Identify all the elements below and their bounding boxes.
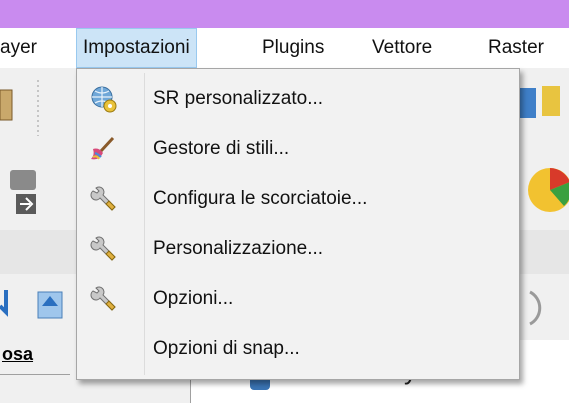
menu-item-personalizzazione[interactable]: Personalizzazione... [79, 224, 517, 274]
impostazioni-dropdown: SR personalizzato... Gestore di stili...… [76, 68, 520, 380]
save-edits-icon[interactable] [6, 166, 46, 220]
menu-item-opzioni[interactable]: Opzioni... [79, 274, 517, 324]
layer-tools-icon[interactable] [518, 82, 569, 130]
menu-item-sr-personalizzato[interactable]: SR personalizzato... [79, 74, 517, 124]
paint-brush-icon [91, 136, 115, 160]
menu-vettore[interactable]: Vettore [372, 28, 432, 68]
menu-item-label: Opzioni di snap... [153, 338, 300, 359]
panel-divider [0, 374, 70, 375]
menu-item-label: Opzioni... [153, 288, 234, 309]
globe-gear-icon [91, 86, 117, 113]
menu-impostazioni[interactable]: Impostazioni [76, 28, 197, 68]
refresh-icon[interactable] [520, 286, 569, 330]
wrench-icon [90, 236, 116, 261]
menubar: ayer Impostazioni Plugins Vettore Raster [0, 28, 569, 68]
layer-order-icons[interactable] [0, 286, 70, 326]
menu-raster[interactable]: Raster [488, 28, 544, 68]
menu-item-label: Gestore di stili... [153, 138, 290, 159]
panel-tab-label[interactable]: osa [2, 344, 33, 365]
menu-plugins[interactable]: Plugins [262, 28, 324, 68]
menu-item-gestore-stili[interactable]: Gestore di stili... [79, 124, 517, 174]
menu-item-label: Configura le scorciatoie... [153, 188, 368, 209]
pie-style-icon[interactable] [524, 160, 569, 220]
window-titlebar [0, 0, 569, 28]
pencil-tool-icon[interactable] [0, 80, 20, 130]
menu-item-label: Personalizzazione... [153, 238, 324, 259]
toolbar-handle-icon [37, 80, 39, 136]
menu-item-opzioni-snap[interactable]: Opzioni di snap... [79, 324, 517, 374]
menu-item-label: SR personalizzato... [153, 88, 324, 109]
wrench-icon [90, 186, 116, 211]
wrench-icon [90, 286, 116, 311]
menu-layer[interactable]: ayer [0, 28, 37, 68]
menu-item-configura-scorciatoie[interactable]: Configura le scorciatoie... [79, 174, 517, 224]
